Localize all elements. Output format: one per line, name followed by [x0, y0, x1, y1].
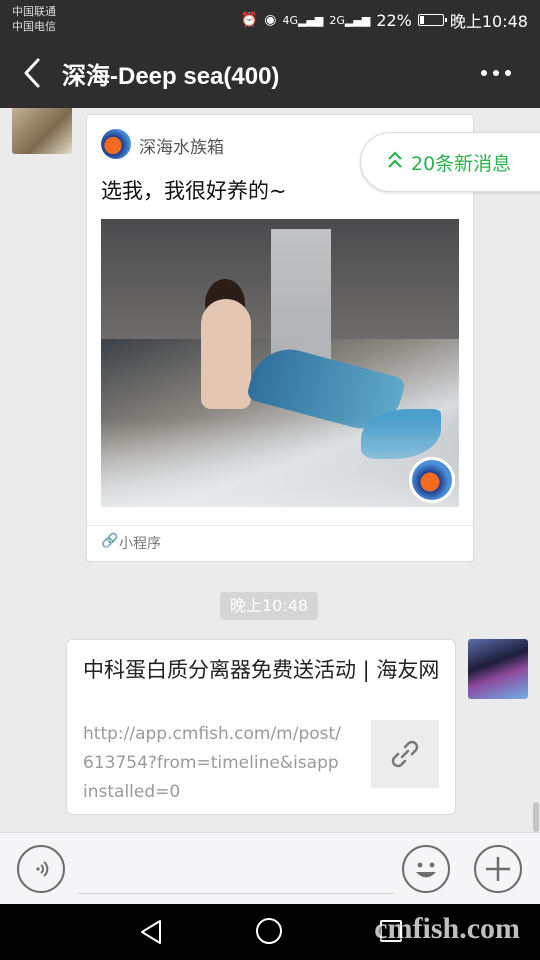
timestamp: 晚上10:48 — [220, 592, 318, 620]
link-thumbnail — [371, 720, 439, 788]
battery-icon — [417, 14, 447, 26]
mini-program-message: 选我，我很好养的~ — [101, 179, 287, 203]
status-icons: ⏰ ◉ 4G▂▄▆ 2G▂▄▆ 22% 晚上10:48 — [241, 8, 528, 32]
message-input[interactable] — [78, 845, 394, 894]
2g-label: 2G — [329, 13, 345, 27]
alarm-icon: ⏰ — [240, 12, 259, 28]
chat-area[interactable]: 深海水族箱 选我，我很好养的~ 🔗 小程序 20条新消息 晚上10:48 中科蛋… — [0, 108, 540, 832]
title-bar: 深海-Deep sea(400) — [0, 38, 540, 108]
carriers: 中国联通 中国电信 — [12, 4, 56, 34]
mini-program-app-name: 深海水族箱 — [139, 138, 224, 158]
waterfall — [271, 229, 331, 369]
double-chevron-up-icon — [387, 150, 403, 174]
status-bar: 中国联通 中国电信 ⏰ ◉ 4G▂▄▆ 2G▂▄▆ 22% 晚上10:48 — [0, 0, 540, 38]
plus-icon — [486, 857, 510, 881]
more-dots-icon — [481, 70, 511, 76]
back-button[interactable] — [18, 56, 48, 90]
self-avatar[interactable] — [468, 639, 528, 699]
plus-button[interactable] — [474, 845, 522, 893]
eye-icon: ◉ — [264, 12, 277, 28]
emoji-button[interactable] — [402, 845, 450, 893]
input-bar — [0, 832, 540, 905]
link-title: 中科蛋白质分离器免费送活动 | 海友网 — [83, 658, 440, 682]
home-circle-icon[interactable] — [256, 918, 282, 944]
status-time: 晚上10:48 — [449, 12, 528, 31]
2g-signal-icon: 2G▂▄▆ — [329, 13, 371, 27]
battery-percent: 22% — [376, 10, 412, 30]
card-divider — [87, 525, 473, 526]
back-triangle-icon[interactable] — [138, 918, 164, 950]
new-messages-label: 20条新消息 — [411, 153, 512, 175]
carrier-1: 中国联通 — [12, 5, 56, 18]
figure-body — [201, 299, 251, 409]
mermaid-image — [101, 219, 459, 507]
more-button[interactable] — [476, 58, 516, 88]
chevron-left-icon — [24, 58, 40, 88]
voice-icon — [36, 861, 49, 877]
scrollbar[interactable] — [533, 802, 539, 832]
new-messages-button[interactable]: 20条新消息 — [360, 132, 540, 192]
link-url: http://app.cmfish.com/m/post/613754?from… — [83, 724, 341, 802]
link-icon — [391, 740, 419, 768]
voice-button[interactable] — [17, 845, 65, 893]
mini-program-label: 小程序 — [119, 536, 161, 552]
battery-fill — [419, 16, 425, 24]
water-spray — [101, 419, 459, 507]
emoji-icon — [416, 862, 436, 878]
chat-title: 深海-Deep sea(400) — [62, 63, 280, 90]
4g-signal-icon: 4G▂▄▆ — [282, 13, 324, 27]
4g-label: 4G — [282, 13, 298, 27]
app-badge-icon — [409, 457, 455, 503]
avatar[interactable] — [12, 108, 72, 154]
carrier-2: 中国电信 — [12, 20, 56, 33]
app-logo-icon — [101, 129, 131, 159]
watermark: cmfish.com — [374, 912, 520, 945]
link-card[interactable]: 中科蛋白质分离器免费送活动 | 海友网 http://app.cmfish.co… — [66, 639, 456, 815]
mini-program-icon: 🔗 — [101, 533, 119, 549]
